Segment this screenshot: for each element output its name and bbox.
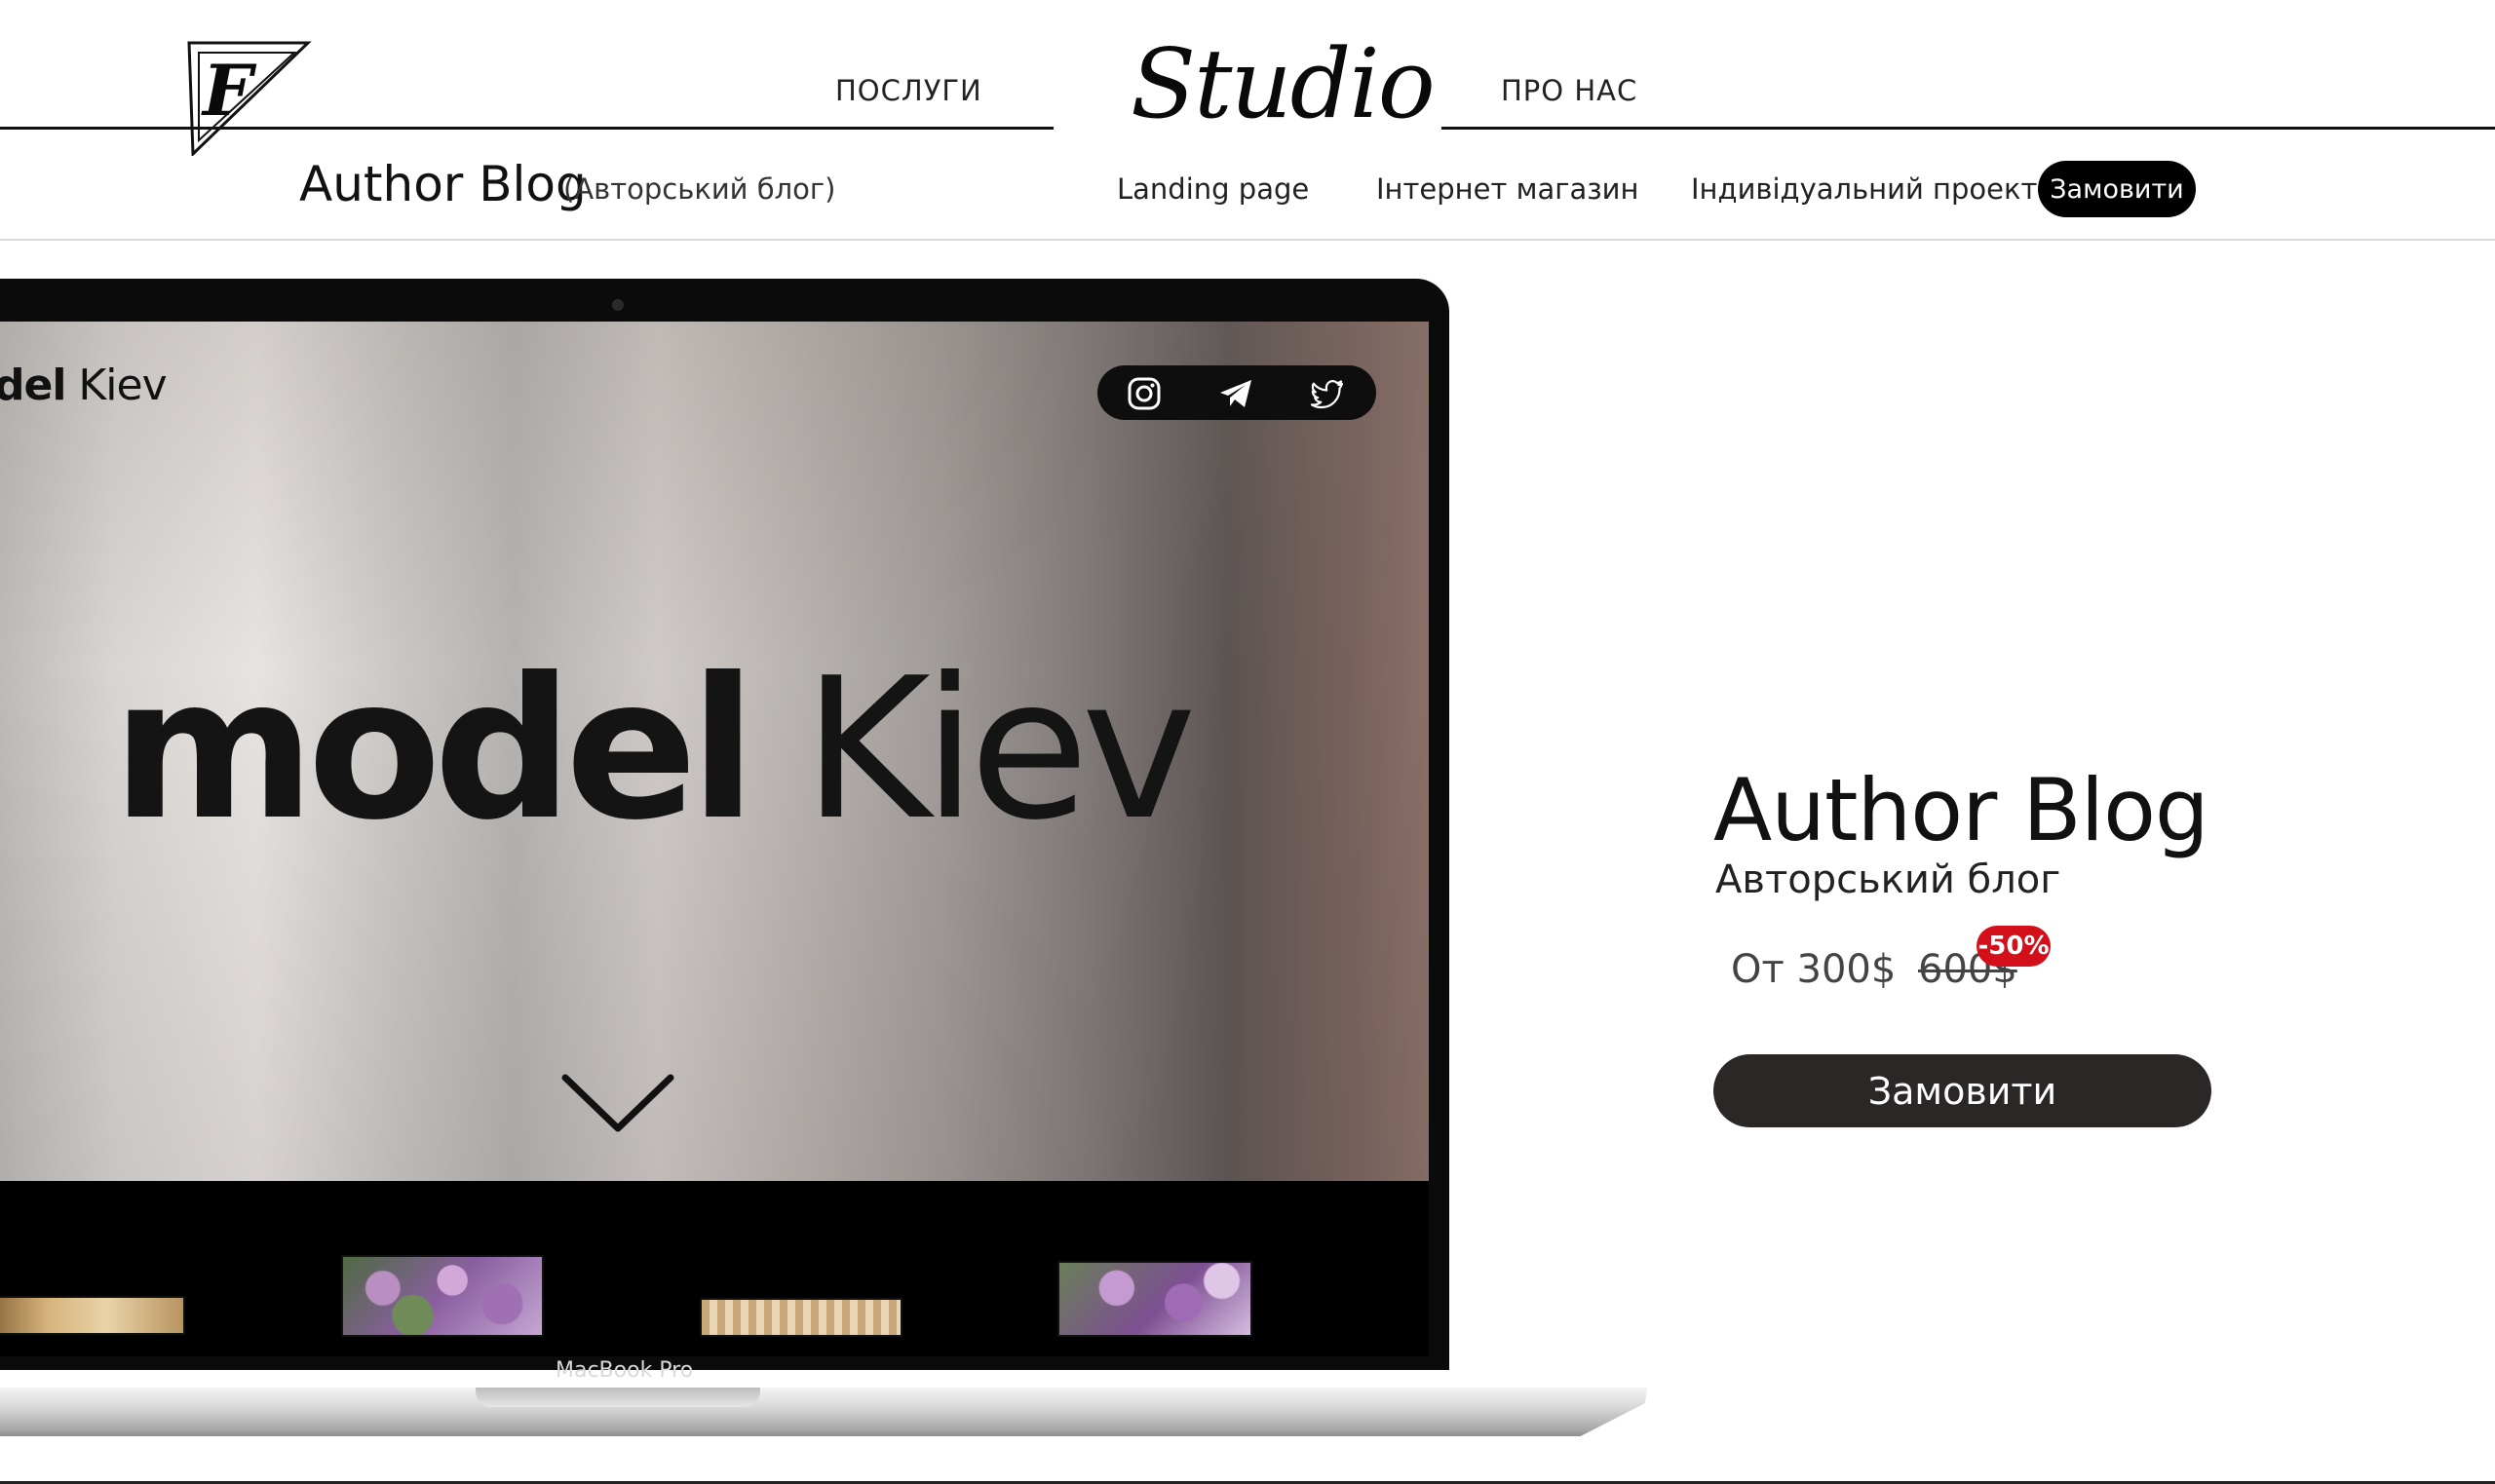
order-button[interactable]: Замовити [1713,1054,2211,1127]
header-order-button[interactable]: Замовити [2038,161,2196,217]
header-divider [0,239,2495,241]
subnav-individual-project[interactable]: Індивідуальний проект [1691,172,2037,206]
laptop-notch [476,1388,760,1407]
laptop-screen: del Kiev model Kiev [0,322,1429,1181]
laptop-base [0,1388,1647,1436]
subnav-online-store[interactable]: Інтернет магазин [1376,172,1638,206]
discount-badge: -50% [1977,926,2051,967]
product-price: От 300$ [1731,947,1897,992]
gallery-thumbnail[interactable] [0,1296,185,1335]
laptop-camera [612,299,624,311]
studio-logo-icon[interactable]: F [185,39,322,158]
page-subtitle: (Авторський блог) [563,172,836,206]
telegram-icon[interactable] [1218,376,1253,411]
gallery-thumbnail[interactable] [341,1255,544,1337]
mockup-gallery-strip [0,1181,1429,1356]
device-label: MacBook Pro [556,1358,694,1383]
header-rule-right [1441,127,2495,130]
mockup-social-bar [1097,365,1376,420]
instagram-icon[interactable] [1127,376,1162,411]
nav-services[interactable]: ПОСЛУГИ [835,74,982,107]
nav-about[interactable]: ПРО НАС [1501,74,1637,107]
gallery-thumbnail[interactable] [1057,1261,1252,1337]
gallery-thumbnail[interactable] [700,1298,902,1337]
subnav-landing-page[interactable]: Landing page [1117,172,1309,206]
header-rule-left [0,127,1054,130]
product-subtitle: Авторський блог [1715,857,2061,902]
svg-text:F: F [201,49,257,132]
product-title: Author Blog [1713,760,2209,860]
chevron-down-icon[interactable] [561,1072,674,1134]
twitter-icon[interactable] [1310,376,1345,411]
studio-brand-wordmark[interactable]: Studio [1131,29,1436,140]
page-title: Author Blog [299,156,587,212]
mockup-hero-title: model Kiev [112,636,1197,863]
mockup-site-logo: del Kiev [0,361,168,410]
